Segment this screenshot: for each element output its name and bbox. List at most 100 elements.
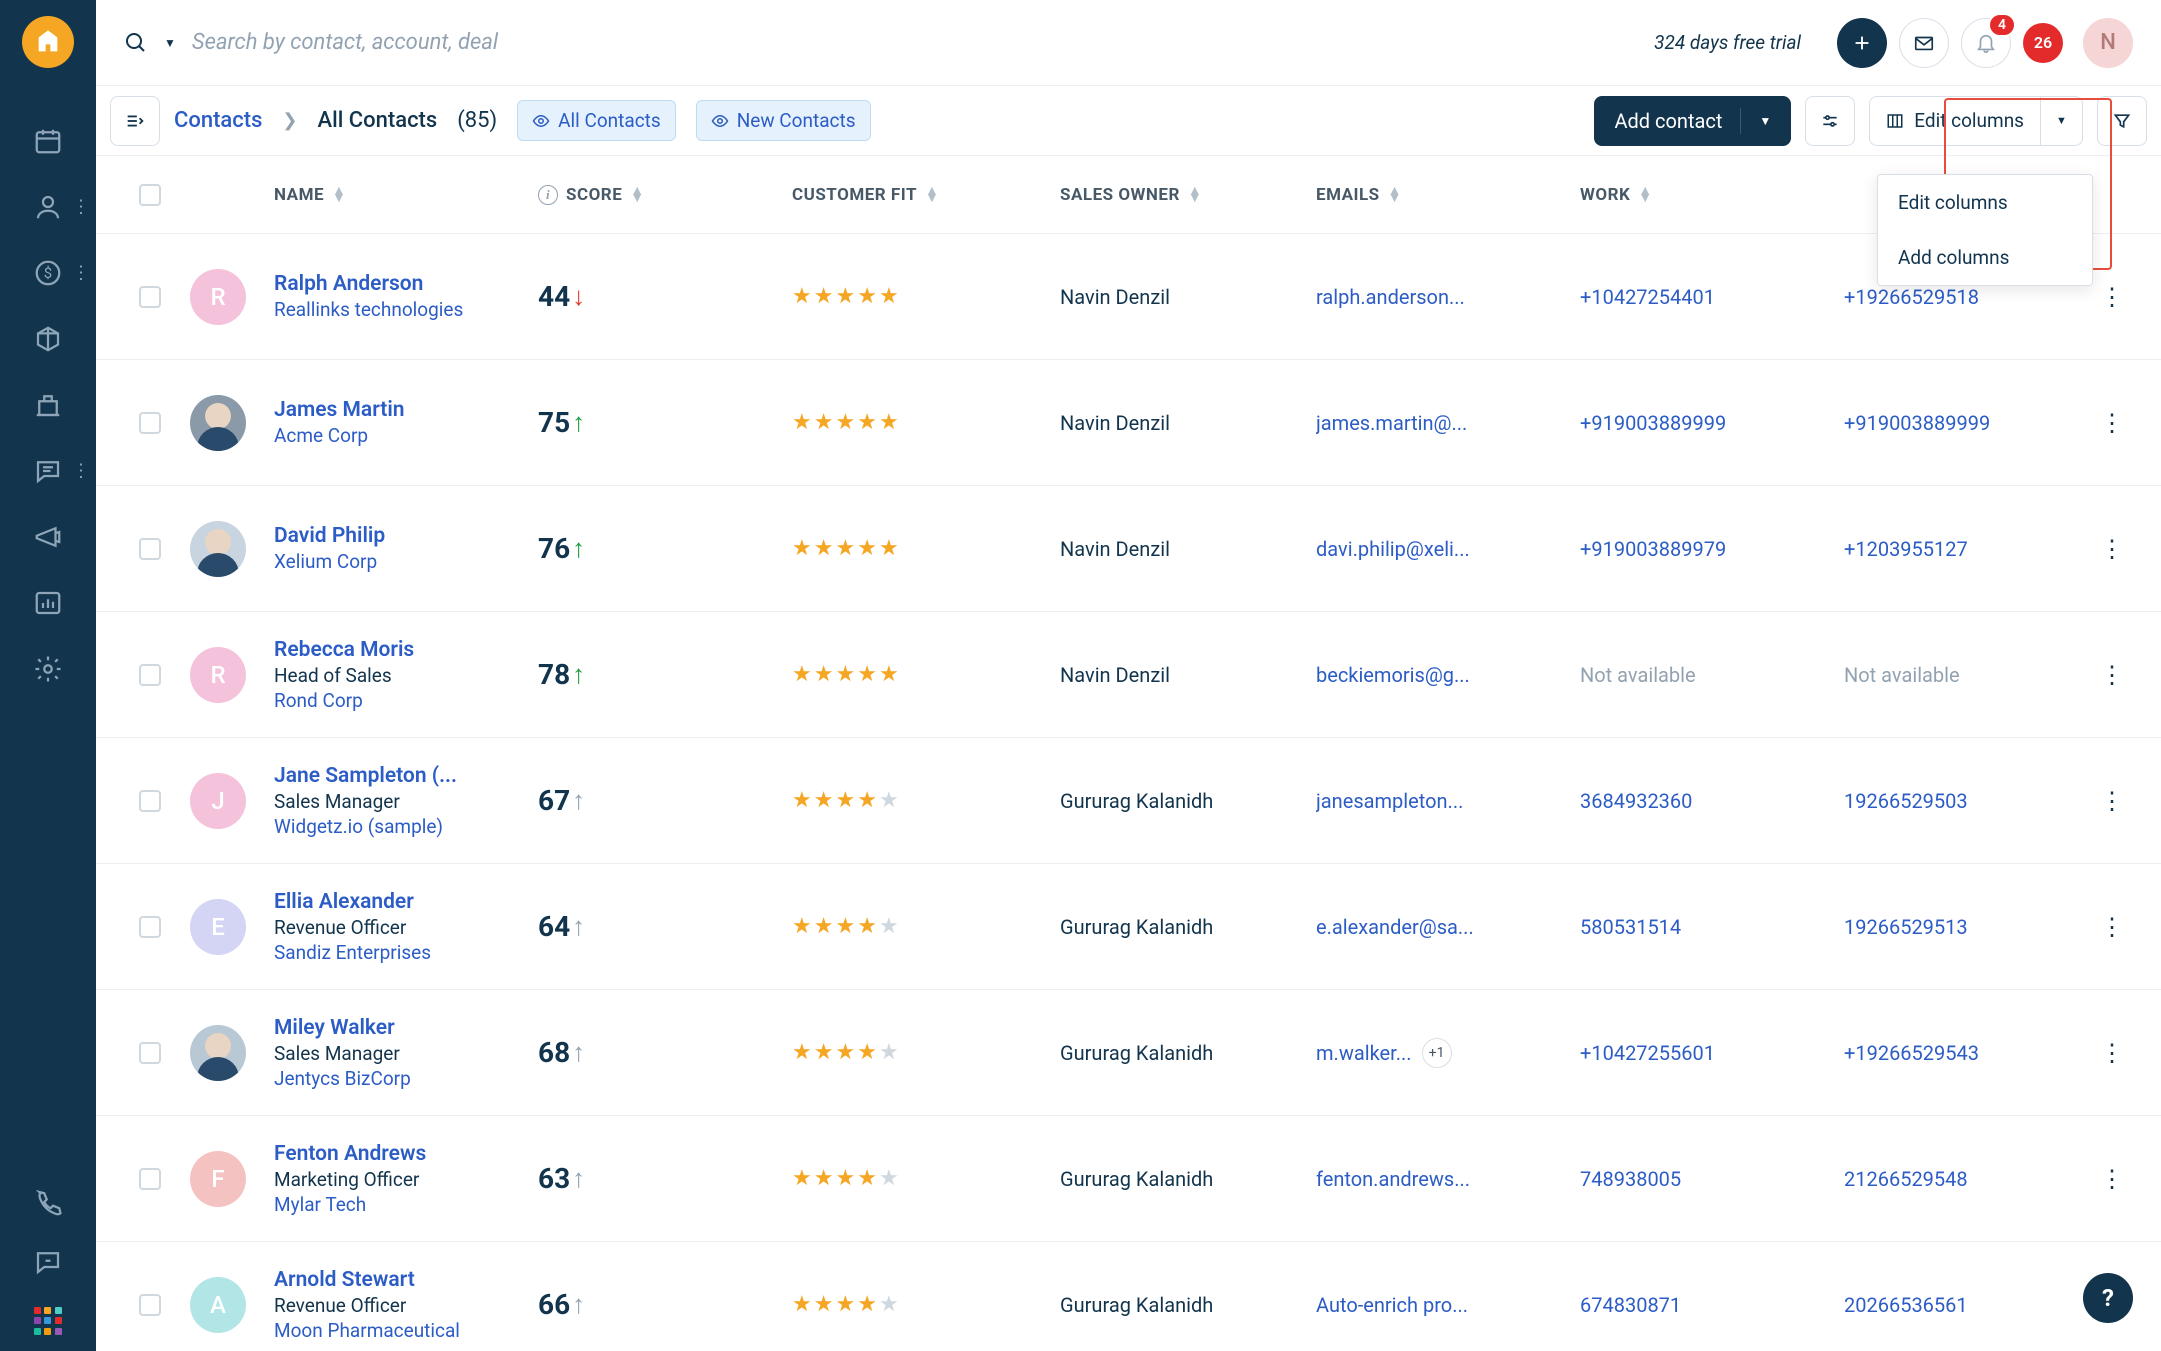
contact-avatar[interactable]: E — [190, 899, 246, 955]
mobile-phone[interactable]: 20266536561 — [1844, 1293, 1968, 1317]
nav-contacts-menu-icon[interactable]: ⋮ — [72, 197, 90, 218]
contact-company[interactable]: Xelium Corp — [274, 550, 538, 573]
column-emails[interactable]: EMAILS▲▼ — [1316, 185, 1580, 205]
dropdown-edit-columns[interactable]: Edit columns — [1878, 175, 2092, 230]
info-icon[interactable]: i — [538, 185, 558, 205]
notifications-button[interactable]: 4 — [1961, 18, 2011, 68]
mail-button[interactable] — [1899, 18, 1949, 68]
filter-chip-new[interactable]: New Contacts — [696, 100, 871, 141]
work-phone[interactable]: 674830871 — [1580, 1293, 1681, 1317]
app-logo[interactable] — [22, 16, 74, 68]
nav-conversations[interactable]: ⋮ — [0, 438, 96, 504]
view-toggle-button[interactable] — [110, 96, 160, 146]
nav-deals-menu-icon[interactable]: ⋮ — [72, 263, 90, 284]
row-checkbox[interactable] — [139, 1042, 161, 1064]
column-work[interactable]: WORK▲▼ — [1580, 185, 1844, 205]
work-phone[interactable]: 748938005 — [1580, 1167, 1681, 1191]
contact-name[interactable]: James Martin — [274, 398, 538, 422]
app-switcher-icon[interactable] — [34, 1307, 62, 1335]
contact-name[interactable]: Jane Sampleton (... — [274, 764, 538, 788]
nav-phone[interactable] — [0, 1187, 96, 1217]
contact-email[interactable]: ralph.anderson... — [1316, 285, 1465, 309]
contact-avatar[interactable]: F — [190, 1151, 246, 1207]
customize-button[interactable] — [1805, 96, 1855, 146]
contact-company[interactable]: Moon Pharmaceutical — [274, 1319, 538, 1342]
contact-avatar[interactable]: J — [190, 773, 246, 829]
row-checkbox[interactable] — [139, 664, 161, 686]
mobile-phone[interactable]: 19266529513 — [1844, 915, 1968, 939]
select-all-checkbox[interactable] — [139, 184, 161, 206]
dropdown-add-columns[interactable]: Add columns — [1878, 230, 2092, 285]
row-more-icon[interactable]: ⋮ — [2100, 1165, 2124, 1193]
nav-products[interactable] — [0, 306, 96, 372]
user-avatar[interactable]: N — [2083, 18, 2133, 68]
contact-email[interactable]: m.walker... — [1316, 1041, 1412, 1065]
filter-chip-all[interactable]: All Contacts — [517, 100, 676, 141]
nav-calendar[interactable] — [0, 108, 96, 174]
contact-company[interactable]: Rond Corp — [274, 689, 538, 712]
work-phone[interactable]: +919003889979 — [1580, 537, 1726, 561]
search-scope-caret-icon[interactable]: ▼ — [164, 36, 176, 50]
mobile-phone[interactable]: +19266529518 — [1844, 285, 1979, 309]
nav-accounts[interactable] — [0, 372, 96, 438]
contact-name[interactable]: Ralph Anderson — [274, 272, 538, 296]
contact-name[interactable]: Ellia Alexander — [274, 890, 538, 914]
mobile-phone[interactable]: +19266529543 — [1844, 1041, 1979, 1065]
contact-avatar[interactable]: R — [190, 269, 246, 325]
search-input[interactable] — [192, 30, 692, 55]
email-extra-badge[interactable]: +1 — [1422, 1038, 1452, 1068]
contact-name[interactable]: David Philip — [274, 524, 538, 548]
row-more-icon[interactable]: ⋮ — [2100, 913, 2124, 941]
row-more-icon[interactable]: ⋮ — [2100, 661, 2124, 689]
contact-email[interactable]: fenton.andrews... — [1316, 1167, 1470, 1191]
contact-avatar[interactable]: A — [190, 1277, 246, 1333]
contact-name[interactable]: Arnold Stewart — [274, 1268, 538, 1292]
mobile-phone[interactable]: +919003889999 — [1844, 411, 1990, 435]
row-more-icon[interactable]: ⋮ — [2100, 787, 2124, 815]
contact-name[interactable]: Rebecca Moris — [274, 638, 538, 662]
nav-reports[interactable] — [0, 570, 96, 636]
help-button[interactable]: ? — [2083, 1273, 2133, 1323]
mobile-phone[interactable]: +1203955127 — [1844, 537, 1968, 561]
contact-email[interactable]: e.alexander@sa... — [1316, 915, 1474, 939]
contact-company[interactable]: Mylar Tech — [274, 1193, 538, 1216]
row-more-icon[interactable]: ⋮ — [2100, 409, 2124, 437]
contact-name[interactable]: Fenton Andrews — [274, 1142, 538, 1166]
contact-email[interactable]: beckiemoris@g... — [1316, 663, 1470, 687]
work-phone[interactable]: 3684932360 — [1580, 789, 1692, 813]
contact-company[interactable]: Acme Corp — [274, 424, 538, 447]
contact-company[interactable]: Reallinks technologies — [274, 298, 538, 321]
mobile-phone[interactable]: 21266529548 — [1844, 1167, 1968, 1191]
row-more-icon[interactable]: ⋮ — [2100, 283, 2124, 311]
contact-avatar[interactable]: R — [190, 647, 246, 703]
contact-avatar[interactable] — [190, 395, 246, 451]
row-more-icon[interactable]: ⋮ — [2100, 535, 2124, 563]
row-checkbox[interactable] — [139, 412, 161, 434]
row-checkbox[interactable] — [139, 1168, 161, 1190]
edit-columns-caret[interactable]: ▼ — [2040, 97, 2082, 145]
contact-email[interactable]: janesampleton... — [1316, 789, 1463, 813]
nav-settings[interactable] — [0, 636, 96, 702]
work-phone[interactable]: +10427255601 — [1580, 1041, 1715, 1065]
work-phone[interactable]: 580531514 — [1580, 915, 1681, 939]
column-name[interactable]: NAME▲▼ — [274, 185, 538, 205]
contact-avatar[interactable] — [190, 521, 246, 577]
edit-columns-button[interactable]: Edit columns — [1870, 97, 2040, 145]
activity-badge[interactable]: 26 — [2023, 23, 2063, 63]
nav-deals[interactable]: $ ⋮ — [0, 240, 96, 306]
row-more-icon[interactable]: ⋮ — [2100, 1039, 2124, 1067]
work-phone[interactable]: +919003889999 — [1580, 411, 1726, 435]
row-checkbox[interactable] — [139, 538, 161, 560]
nav-campaigns[interactable] — [0, 504, 96, 570]
work-phone[interactable]: +10427254401 — [1580, 285, 1715, 309]
breadcrumb-contacts[interactable]: Contacts — [174, 108, 262, 133]
contact-company[interactable]: Sandiz Enterprises — [274, 941, 538, 964]
contact-avatar[interactable] — [190, 1025, 246, 1081]
contact-company[interactable]: Jentycs BizCorp — [274, 1067, 538, 1090]
row-checkbox[interactable] — [139, 286, 161, 308]
row-checkbox[interactable] — [139, 916, 161, 938]
row-checkbox[interactable] — [139, 1294, 161, 1316]
contact-email[interactable]: davi.philip@xeli... — [1316, 537, 1470, 561]
contact-email[interactable]: james.martin@... — [1316, 411, 1467, 435]
quick-add-button[interactable] — [1837, 18, 1887, 68]
